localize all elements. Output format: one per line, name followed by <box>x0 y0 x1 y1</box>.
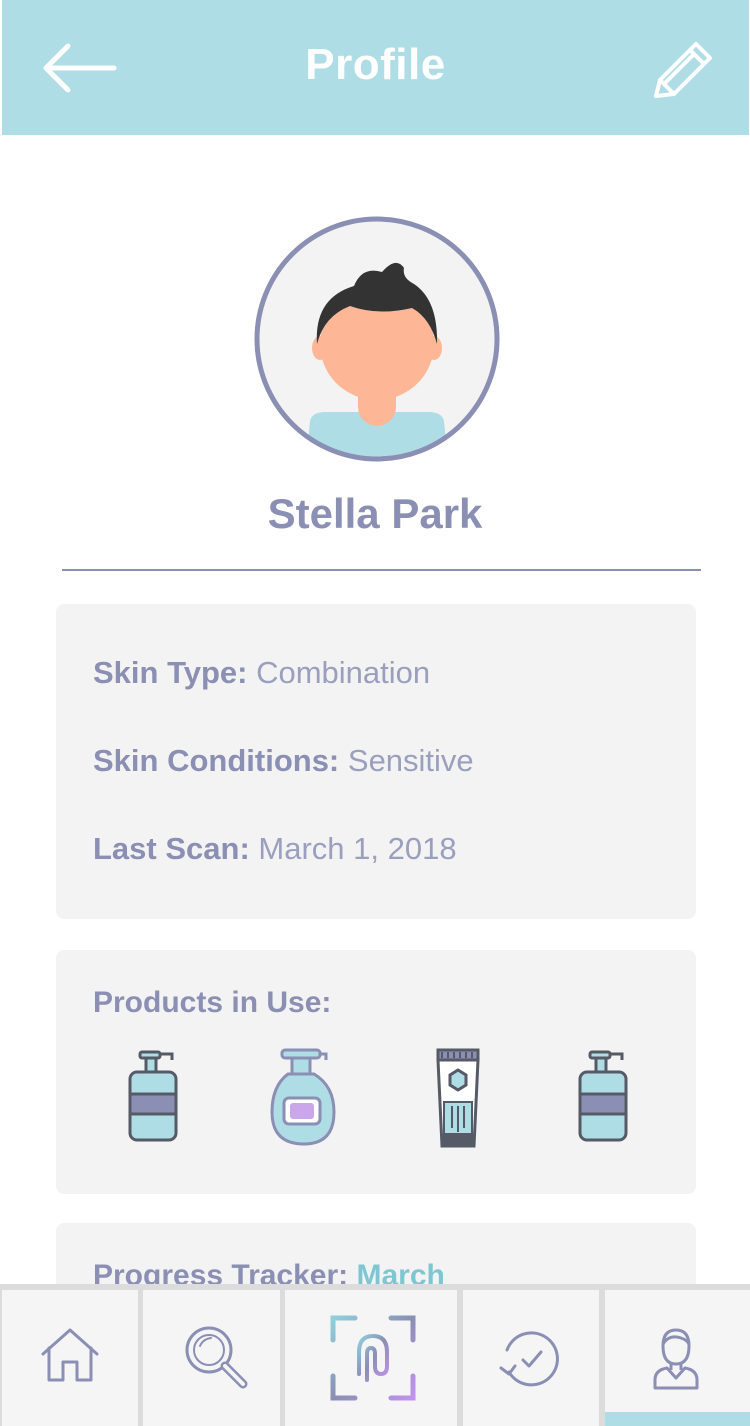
scan-icon <box>330 1315 416 1401</box>
tab-home[interactable] <box>2 1290 138 1426</box>
avatar <box>254 216 500 462</box>
product-item[interactable] <box>576 1048 632 1149</box>
skin-type-row: Skin Type: Combination <box>93 655 430 691</box>
pump-bottle-icon <box>128 1050 178 1142</box>
skin-conditions-row: Skin Conditions: Sensitive <box>93 743 474 779</box>
last-scan-row: Last Scan: March 1, 2018 <box>93 831 457 867</box>
skin-conditions-value: Sensitive <box>347 743 474 778</box>
tab-profile[interactable] <box>605 1290 750 1426</box>
divider <box>62 569 701 571</box>
user-icon <box>653 1328 699 1390</box>
soap-dispenser-icon <box>270 1048 336 1146</box>
products-card: Products in Use: <box>56 950 696 1194</box>
pump-bottle-icon <box>578 1050 628 1142</box>
home-icon <box>41 1328 99 1382</box>
product-item[interactable] <box>434 1048 482 1157</box>
product-item[interactable] <box>126 1048 182 1149</box>
last-scan-value: March 1, 2018 <box>258 831 457 866</box>
profile-name: Stella Park <box>267 490 483 537</box>
pencil-icon <box>654 42 712 98</box>
cream-tube-icon <box>436 1048 480 1148</box>
tab-search[interactable] <box>143 1290 280 1426</box>
active-tab-indicator <box>605 1412 750 1426</box>
skin-type-label: Skin Type: <box>93 655 248 690</box>
magnifier-icon <box>185 1326 248 1389</box>
tab-scan[interactable] <box>285 1290 457 1426</box>
skin-conditions-label: Skin Conditions: <box>93 743 340 778</box>
skin-type-value: Combination <box>256 655 431 690</box>
tab-bar <box>0 1284 750 1426</box>
product-item[interactable] <box>268 1048 340 1153</box>
header-bar: Profile <box>2 0 749 135</box>
tab-history[interactable] <box>463 1290 599 1426</box>
edit-button[interactable] <box>650 38 716 102</box>
skin-info-card: Skin Type: Combination Skin Conditions: … <box>56 604 696 919</box>
page-title: Profile <box>305 40 446 89</box>
last-scan-label: Last Scan: <box>93 831 250 866</box>
products-title: Products in Use: <box>93 986 332 1019</box>
history-icon <box>499 1331 559 1387</box>
